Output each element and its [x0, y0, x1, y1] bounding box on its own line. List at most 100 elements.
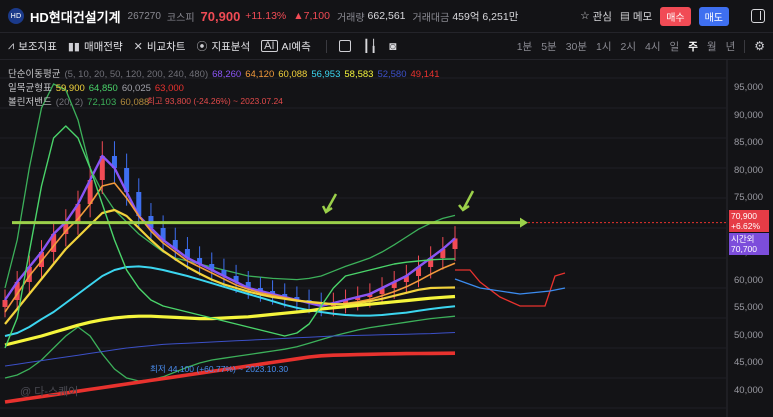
current-price: 70,900: [200, 8, 241, 24]
legend-ma-value: 52,580: [377, 69, 407, 80]
toolbar-divider: [325, 39, 327, 53]
period-30min[interactable]: 30분: [566, 39, 587, 54]
company-logo: HD: [8, 8, 24, 24]
legend-ma-value: 68,260: [212, 69, 242, 80]
compare-icon: ✕: [133, 40, 143, 53]
legend-bollinger-value: 60,088: [120, 97, 150, 108]
ma-line: [4, 332, 456, 367]
candlestick-icon[interactable]: ┃╽: [363, 39, 377, 53]
y-tick-label: 95,000: [734, 82, 764, 93]
camera-icon[interactable]: ◙: [389, 39, 396, 53]
after-hours-price: 70,700: [731, 244, 757, 254]
legend-bollinger-params: (20, 2): [55, 97, 84, 108]
legend-ichimoku-row[interactable]: 일목균형표 59,900 64,850 60,025 63,000: [8, 82, 440, 96]
y-tick-label: 75,000: [734, 192, 764, 203]
ma-line: [4, 182, 456, 313]
legend-ma-row[interactable]: 단순이동평균 (5, 10, 20, 50, 120, 200, 240, 48…: [8, 68, 440, 82]
y-tick-label: 90,000: [734, 110, 764, 121]
legend-ichimoku-value: 63,000: [154, 83, 184, 94]
y-tick-label: 50,000: [734, 330, 764, 341]
y-tick-label: 40,000: [734, 385, 764, 396]
ma-line: [4, 294, 456, 347]
period-1min[interactable]: 1분: [517, 39, 533, 54]
price-chart[interactable]: 단순이동평균 (5, 10, 20, 50, 120, 200, 240, 48…: [0, 60, 773, 417]
period-4hour[interactable]: 4시: [645, 39, 661, 54]
period-selector: 1분 5분 30분 1시 2시 4시 일 주 월 년 ⚙: [517, 39, 765, 54]
y-tick-label: 60,000: [734, 275, 764, 286]
chart-toolbar: ⩘ 보조지표 ▮▮ 매매전략 ✕ 비교차트 ⦿ 지표분석 AI AI예측 ┃╽ …: [0, 33, 773, 60]
toolbar-compare-button[interactable]: ✕ 비교차트: [134, 39, 186, 54]
period-day[interactable]: 일: [670, 39, 680, 54]
chart-canvas[interactable]: [0, 60, 773, 417]
legend-ma-value: 56,953: [311, 69, 341, 80]
legend-ichimoku-value: 64,850: [88, 83, 118, 94]
ai-icon: AI: [261, 40, 278, 52]
toolbar-ai-label: AI예측: [281, 40, 311, 53]
period-week[interactable]: 주: [688, 39, 698, 54]
gear-icon[interactable]: ⚙: [754, 39, 765, 53]
period-5min[interactable]: 5분: [541, 39, 557, 54]
y-tick-label: 80,000: [734, 165, 764, 176]
legend-bollinger-value: 72,103: [87, 97, 117, 108]
memo-button[interactable]: ▤ 메모: [620, 9, 652, 24]
legend-ma-value: 64,120: [245, 69, 275, 80]
company-name[interactable]: HD현대건설기계: [30, 7, 121, 26]
y-tick-label: 85,000: [734, 137, 764, 148]
strategy-icon: ▮▮: [67, 40, 80, 53]
ma-line: [4, 154, 456, 308]
amount-value: 459억 6,251만: [452, 10, 519, 23]
toolbar-strategy-button[interactable]: ▮▮ 매매전략: [68, 39, 123, 54]
low-price-annotation: 최저 44,100 (+60.77%) ~ 2023.10.30: [150, 364, 289, 374]
watchlist-button[interactable]: ☆ 관심: [580, 9, 612, 24]
buy-button[interactable]: 매수: [660, 6, 691, 26]
volume-label: 거래량: [336, 12, 365, 24]
candle-body: [2, 300, 8, 307]
price-tag-pct: +6.62%: [731, 221, 761, 231]
legend-ichimoku-value: 60,025: [121, 83, 151, 94]
after-hours-label: 시간외: [731, 234, 755, 244]
toolbar-analysis-button[interactable]: ⦿ 지표분석: [196, 38, 250, 54]
period-divider: [744, 39, 746, 53]
stock-code: 267270: [127, 10, 161, 22]
volume-value: 662,561: [367, 10, 406, 22]
market-name: 코스피: [166, 12, 195, 24]
checkbox-icon[interactable]: [338, 40, 351, 52]
legend-ichimoku-value: 59,900: [55, 83, 85, 94]
indicator-icon: ⩘: [8, 39, 15, 52]
legend-ichimoku-name: 일목균형표: [8, 83, 52, 94]
change-percent: +11.13%: [245, 10, 287, 22]
high-price-annotation: 최고 93,800 (-24.26%) ~ 2023.07.24: [147, 96, 283, 106]
header-actions: ☆ 관심 ▤ 메모 매수 매도: [580, 6, 765, 26]
watchlist-label: 관심: [592, 10, 612, 23]
amount-label: 거래대금: [412, 12, 450, 24]
period-2hour[interactable]: 2시: [621, 39, 637, 54]
analysis-icon: ⦿: [196, 41, 208, 53]
legend-bollinger-name: 볼린저밴드: [8, 97, 52, 108]
leading-span-b: [454, 278, 566, 295]
legend-ma-value: 58,583: [344, 69, 374, 80]
memo-icon: ▤: [619, 10, 630, 22]
toolbar-strategy-label: 매매전략: [83, 40, 123, 53]
y-tick-label: 45,000: [734, 357, 764, 368]
ma-line: [4, 208, 456, 325]
toolbar-indicator-button[interactable]: ⩘ 보조지표: [8, 39, 57, 54]
legend-ma-name: 단순이동평균: [8, 69, 61, 80]
stock-header: HD HD현대건설기계 267270 코스피 70,900 +11.13% ▲7…: [0, 0, 773, 33]
toolbar-ai-button[interactable]: AI AI예측: [261, 39, 311, 54]
change-amount: ▲7,100: [293, 10, 330, 22]
sell-button[interactable]: 매도: [698, 6, 729, 26]
price-tag-value: 70,900: [731, 211, 757, 221]
panel-toggle-icon[interactable]: [751, 9, 765, 23]
period-month[interactable]: 월: [707, 39, 717, 54]
period-1hour[interactable]: 1시: [596, 39, 612, 54]
y-tick-label: 55,000: [734, 302, 764, 313]
toolbar-indicator-label: 보조지표: [18, 40, 57, 53]
current-price-tag: 70,900 +6.62%: [729, 210, 769, 232]
legend-ma-value: 49,141: [410, 69, 440, 80]
toolbar-compare-label: 비교차트: [146, 40, 186, 53]
period-year[interactable]: 년: [726, 39, 736, 54]
legend-ma-params: (5, 10, 20, 50, 120, 200, 240, 480): [64, 69, 209, 80]
star-icon: ☆: [580, 10, 590, 22]
memo-label: 메모: [632, 10, 653, 23]
legend-ma-value: 60,088: [278, 69, 308, 80]
